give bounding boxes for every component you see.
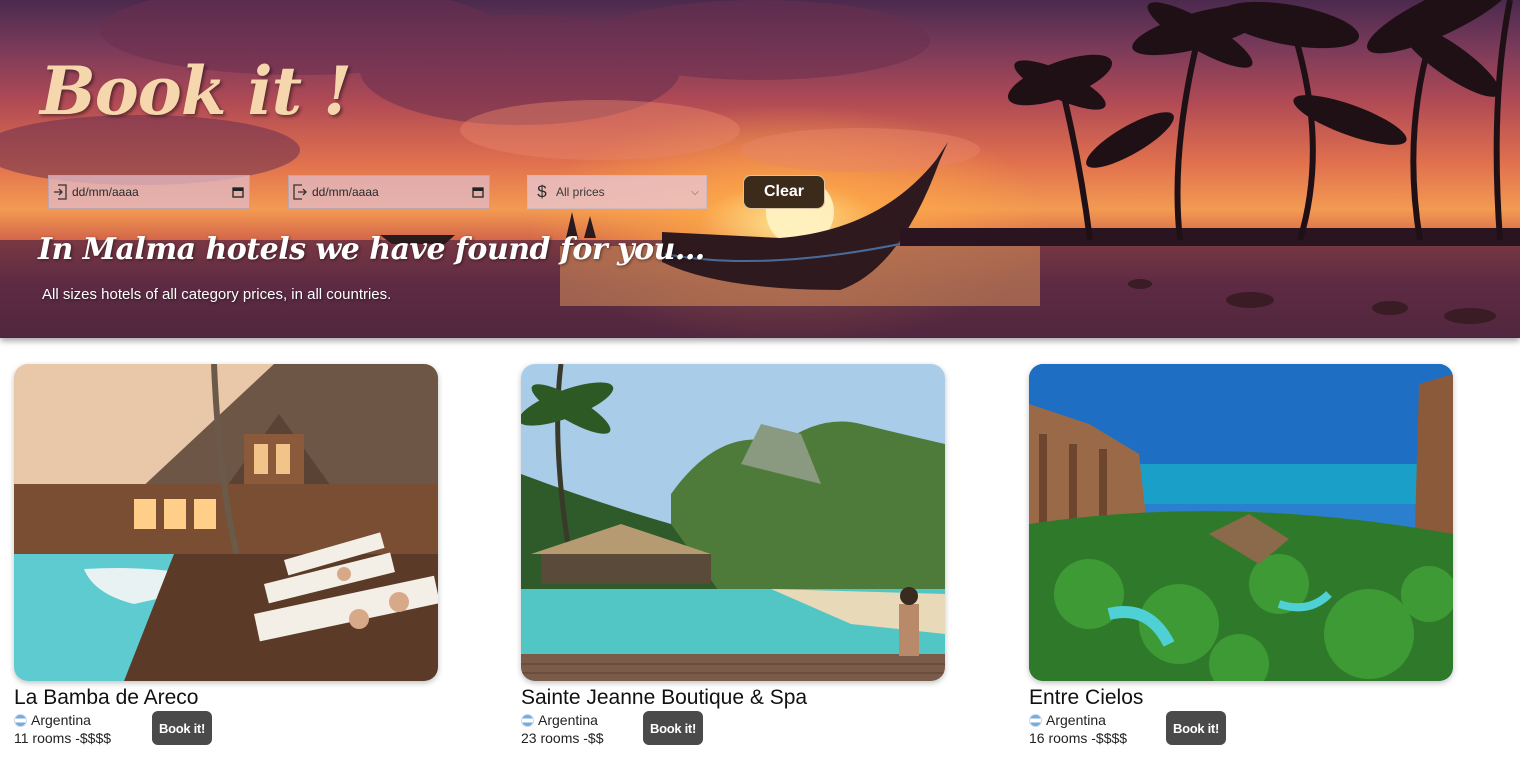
book-it-button[interactable]: Book it! [1166, 711, 1226, 745]
hotel-image[interactable] [1029, 364, 1453, 681]
hotel-rooms-price: 11 rooms -$$$$ [14, 730, 112, 746]
checkout-date-input[interactable]: dd/mm/aaaa [311, 185, 467, 199]
checkout-date-field[interactable]: dd/mm/aaaa [288, 175, 490, 209]
price-filter-select[interactable]: $ All prices ⌵ [527, 175, 707, 209]
book-it-button[interactable]: Book it! [643, 711, 703, 745]
hero-subtitle: All sizes hotels of all category prices,… [42, 286, 392, 303]
dollar-icon: $ [537, 182, 547, 201]
hotel-rooms-price: 23 rooms -$$ [521, 730, 604, 746]
book-it-button[interactable]: Book it! [152, 711, 212, 745]
hotel-card: La Bamba de Areco Argentina 11 rooms -$$… [14, 364, 438, 751]
chevron-down-icon[interactable]: ⌵ [684, 187, 706, 198]
hotel-country: Argentina [1029, 711, 1453, 729]
logout-icon [289, 175, 311, 209]
hero-banner: Book it ! dd/mm/aaaa dd/mm/aaaa $ All pr… [0, 0, 1520, 338]
argentina-flag-icon [1029, 713, 1042, 727]
hotel-country-label: Argentina [538, 712, 598, 728]
login-icon [49, 175, 71, 209]
checkin-date-input[interactable]: dd/mm/aaaa [71, 185, 227, 199]
hotel-country-label: Argentina [1046, 712, 1106, 728]
brand-logo: Book it ! [40, 52, 352, 130]
clear-button[interactable]: Clear [743, 175, 825, 209]
hotel-meta: Argentina 23 rooms -$$ Book it! [521, 711, 945, 751]
hotel-name[interactable]: Sainte Jeanne Boutique & Spa [521, 685, 945, 711]
checkin-date-field[interactable]: dd/mm/aaaa [48, 175, 250, 209]
argentina-flag-icon [521, 713, 534, 727]
hotel-country-label: Argentina [31, 712, 91, 728]
price-filter-value: All prices [556, 185, 605, 199]
hotel-name[interactable]: La Bamba de Areco [14, 685, 438, 711]
hotel-image[interactable] [521, 364, 945, 681]
hotel-country: Argentina [14, 711, 438, 729]
hotel-meta: Argentina 16 rooms -$$$$ Book it! [1029, 711, 1453, 751]
argentina-flag-icon [14, 713, 27, 727]
hotel-rooms-price: 16 rooms -$$$$ [1029, 730, 1128, 746]
hotel-country: Argentina [521, 711, 945, 729]
hotel-image[interactable] [14, 364, 438, 681]
calendar-icon[interactable] [227, 186, 249, 198]
hero-tagline: In Malma hotels we have found for you... [38, 232, 705, 267]
hotel-card: Sainte Jeanne Boutique & Spa Argentina 2… [521, 364, 945, 751]
calendar-icon[interactable] [467, 186, 489, 198]
hotel-card: Entre Cielos Argentina 16 rooms -$$$$ Bo… [1029, 364, 1453, 751]
hotel-meta: Argentina 11 rooms -$$$$ Book it! [14, 711, 438, 751]
hotel-name[interactable]: Entre Cielos [1029, 685, 1453, 711]
